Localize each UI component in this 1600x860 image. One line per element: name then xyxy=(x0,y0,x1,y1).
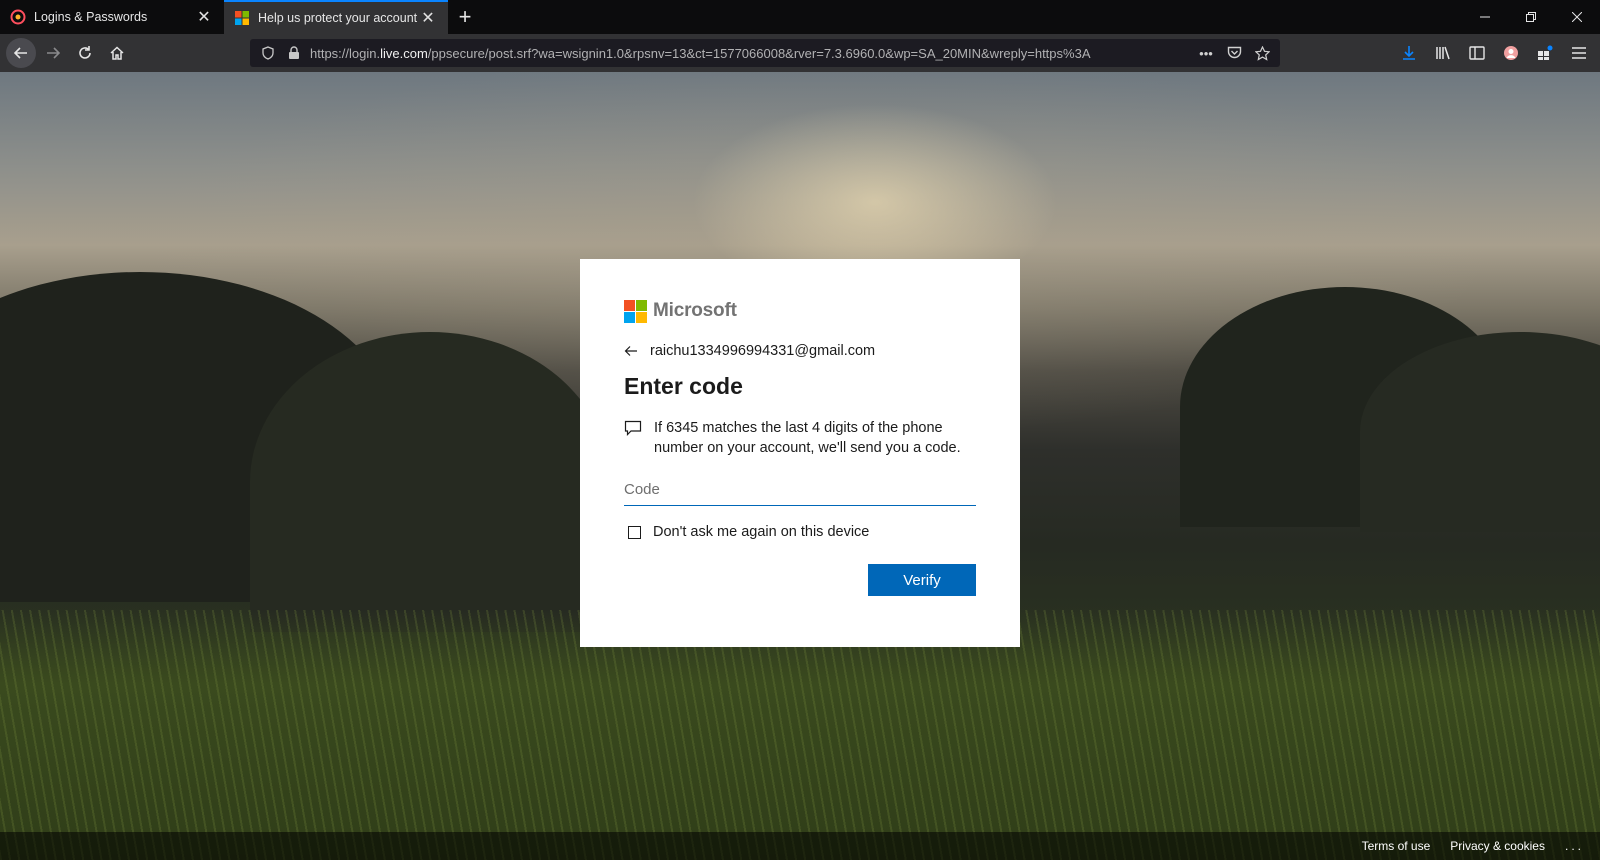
privacy-cookies-link[interactable]: Privacy & cookies xyxy=(1450,839,1545,853)
tracking-protection-shield-icon[interactable] xyxy=(258,43,278,63)
sms-message-row: If 6345 matches the last 4 digits of the… xyxy=(624,418,976,458)
restore-icon[interactable] xyxy=(1508,0,1554,34)
extensions-icon[interactable] xyxy=(1530,38,1560,68)
microsoft-logo: Microsoft xyxy=(624,299,976,323)
footer-more-icon[interactable]: ... xyxy=(1565,839,1584,853)
url-bar[interactable]: https://login.live.com/ppsecure/post.srf… xyxy=(250,39,1280,67)
chat-bubble-icon xyxy=(624,418,642,458)
close-icon[interactable] xyxy=(1554,0,1600,34)
verify-button[interactable]: Verify xyxy=(868,564,976,596)
tab-title: Logins & Passwords xyxy=(34,10,148,24)
close-tab-icon[interactable]: ✕ xyxy=(194,7,214,27)
brand-name: Microsoft xyxy=(653,300,737,321)
library-icon[interactable] xyxy=(1428,38,1458,68)
more-actions-icon[interactable]: ••• xyxy=(1196,43,1216,63)
page-title: Enter code xyxy=(624,373,743,399)
toolbar-right xyxy=(1394,38,1594,68)
bookmark-star-icon[interactable] xyxy=(1252,43,1272,63)
microsoft-logo-icon xyxy=(624,299,647,323)
pocket-icon[interactable] xyxy=(1224,43,1244,63)
lockwise-icon xyxy=(10,9,26,25)
plus-icon[interactable]: + xyxy=(448,0,482,34)
minimize-icon[interactable] xyxy=(1462,0,1508,34)
verification-card: Microsoft raichu1334996994331@gmail.com … xyxy=(580,259,1020,647)
reload-icon[interactable] xyxy=(70,38,100,68)
background-hill xyxy=(250,332,610,632)
page-actions: ••• xyxy=(1196,43,1272,63)
forward-icon[interactable] xyxy=(38,38,68,68)
navigation-toolbar: https://login.live.com/ppsecure/post.srf… xyxy=(0,34,1600,72)
background-grass xyxy=(0,610,1600,860)
account-avatar-icon[interactable] xyxy=(1496,38,1526,68)
url-prefix: https://login. xyxy=(310,45,381,61)
dont-ask-again-checkbox[interactable] xyxy=(628,525,641,539)
url-domain: live.com xyxy=(380,45,428,61)
back-arrow-icon[interactable] xyxy=(624,345,640,357)
tab-title: Help us protect your account xyxy=(258,11,418,25)
page-footer: Terms of use Privacy & cookies ... xyxy=(0,832,1600,860)
account-email: raichu1334996994331@gmail.com xyxy=(650,343,876,359)
dont-ask-again-label[interactable]: Don't ask me again on this device xyxy=(653,524,869,540)
sidebar-icon[interactable] xyxy=(1462,38,1492,68)
code-input[interactable] xyxy=(624,474,976,506)
hamburger-menu-icon[interactable] xyxy=(1564,38,1594,68)
url-rest: /ppsecure/post.srf?wa=wsignin1.0&rpsnv=1… xyxy=(427,45,1091,61)
home-icon[interactable] xyxy=(102,38,132,68)
tab-help-protect-account[interactable]: Help us protect your account ✕ xyxy=(224,0,448,34)
page-background: Microsoft raichu1334996994331@gmail.com … xyxy=(0,72,1600,860)
url-text: https://login.live.com/ppsecure/post.srf… xyxy=(310,46,1188,61)
close-tab-icon[interactable]: ✕ xyxy=(418,8,438,28)
tab-strip: Logins & Passwords ✕ Help us protect you… xyxy=(0,0,1600,34)
downloads-icon[interactable] xyxy=(1394,38,1424,68)
terms-of-use-link[interactable]: Terms of use xyxy=(1362,839,1431,853)
window-controls xyxy=(1462,0,1600,34)
sms-message-text: If 6345 matches the last 4 digits of the… xyxy=(654,420,961,456)
dont-ask-again-row[interactable]: Don't ask me again on this device xyxy=(624,524,976,540)
microsoft-icon xyxy=(234,10,250,26)
identity-row[interactable]: raichu1334996994331@gmail.com xyxy=(624,343,976,359)
tab-logins-passwords[interactable]: Logins & Passwords ✕ xyxy=(0,0,224,34)
back-icon[interactable] xyxy=(6,38,36,68)
lock-icon[interactable] xyxy=(284,43,304,63)
